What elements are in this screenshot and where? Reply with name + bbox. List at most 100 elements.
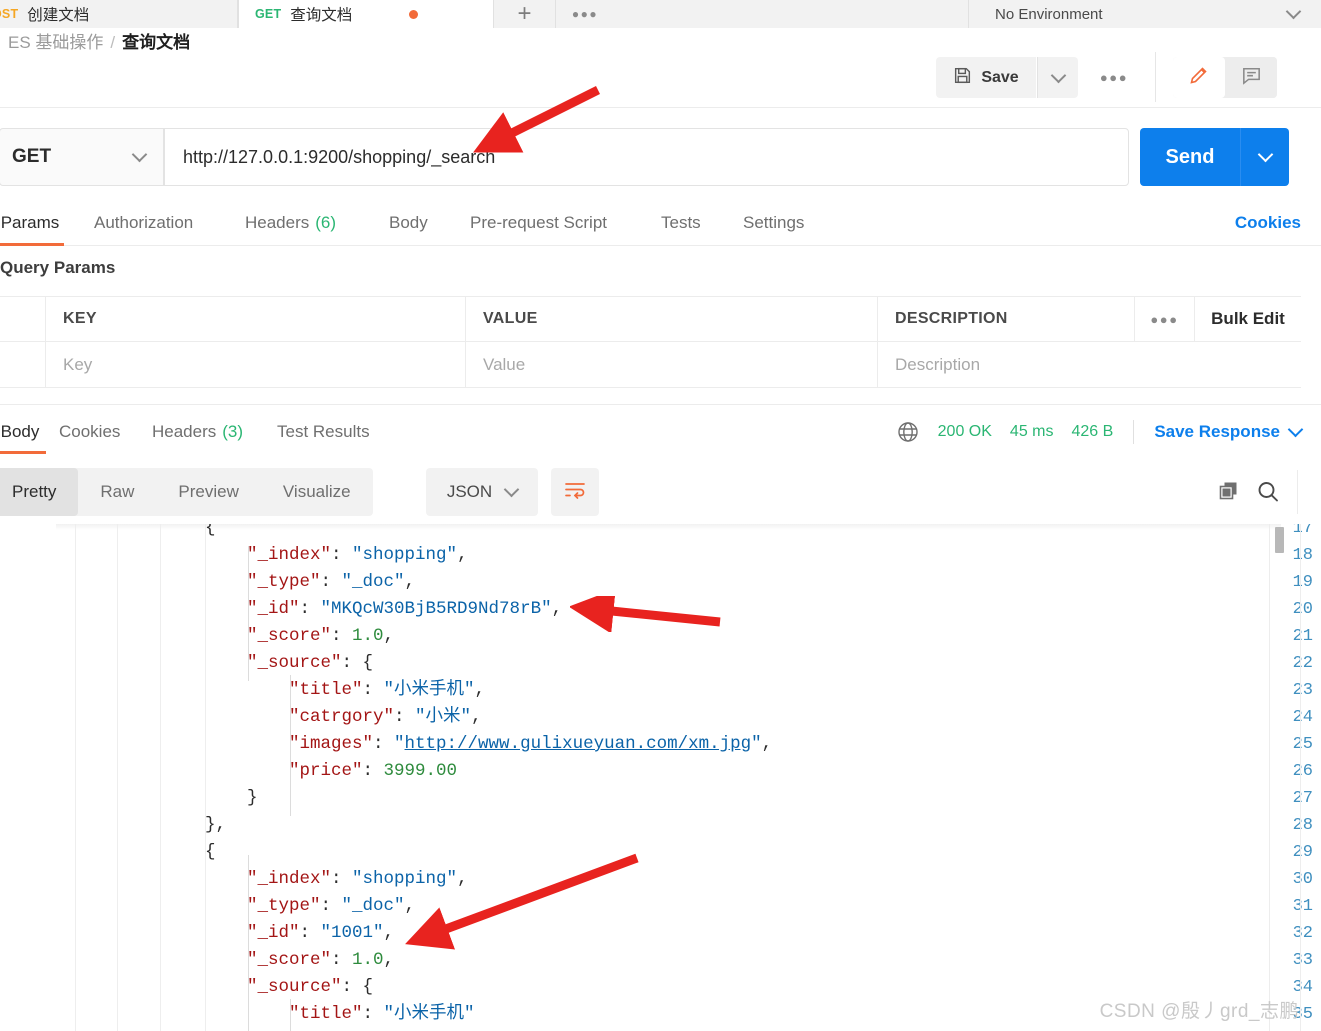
response-status-code: 200 OK [937, 423, 992, 440]
url-input[interactable]: http://127.0.0.1:9200/shopping/_search [164, 128, 1129, 186]
request-tab-strip: OST 创建文档 GET 查询文档 + ●●● No Environment [0, 0, 1321, 28]
code-token: : [394, 707, 416, 727]
chevron-down-icon [1287, 421, 1304, 438]
tab-params[interactable]: Params [0, 200, 64, 246]
comments-button[interactable] [1225, 57, 1277, 98]
code-token[interactable]: http://www.gulixueyuan.com/xm.jpg [405, 734, 752, 754]
code-token: " [751, 734, 762, 754]
tab-pre-request-script[interactable]: Pre-request Script [470, 200, 607, 246]
line-number: 29 [1292, 843, 1313, 862]
view-mode-label: Visualize [282, 482, 351, 501]
code-token: , [471, 707, 482, 727]
tab-method-label: OST [0, 7, 19, 21]
code-token: 1.0 [352, 950, 384, 970]
code-token: "shopping" [352, 545, 458, 565]
code-token: , [404, 896, 416, 916]
tab-label: Cookies [59, 422, 121, 441]
code-token: "_index" [247, 869, 332, 889]
table-row: Key Value Description [0, 342, 1301, 388]
code-token: "_index" [247, 545, 332, 565]
breadcrumb-request-name: 查询文档 [122, 33, 191, 52]
code-line: "_id": "MKQcW30BjB5RD9Nd78rB", [247, 596, 562, 623]
view-mode-visualize[interactable]: Visualize [261, 468, 373, 516]
request-tab-create-doc[interactable]: OST 创建文档 [0, 0, 238, 28]
response-tab-body[interactable]: Body [0, 410, 46, 454]
breadcrumb-collection[interactable]: ES 基础操作 [8, 33, 103, 52]
code-token: "_type" [247, 896, 321, 916]
chevron-down-icon [131, 146, 148, 163]
code-token: : [320, 896, 342, 916]
line-number: 17 [1292, 524, 1313, 538]
line-number: 33 [1292, 951, 1313, 970]
view-mode-label: Preview [178, 482, 239, 501]
code-token: "_id" [247, 923, 300, 943]
code-token: , [404, 572, 416, 592]
code-token: : [362, 680, 384, 700]
request-section-tabs: Params Authorization Headers (6) Body Pr… [0, 200, 1321, 246]
view-mode-pretty[interactable]: Pretty [0, 468, 79, 516]
line-number: 25 [1292, 735, 1313, 754]
param-value-input[interactable]: Value [466, 342, 878, 387]
send-options-button[interactable] [1240, 128, 1289, 186]
response-tab-headers[interactable]: Headers (3) [152, 410, 243, 454]
response-format-selector[interactable]: JSON [426, 468, 538, 516]
copy-response-button[interactable] [1216, 478, 1242, 509]
code-line: "_score": 1.0, [247, 947, 394, 974]
code-token: 1.0 [352, 626, 384, 646]
query-params-table: KEY VALUE DESCRIPTION ●●● Bulk Edit Key … [0, 296, 1301, 388]
view-mode-preview[interactable]: Preview [156, 468, 260, 516]
tab-body[interactable]: Body [389, 200, 428, 246]
save-options-button[interactable] [1037, 57, 1078, 98]
code-token: "images" [289, 734, 374, 754]
toolbar-divider [1297, 470, 1298, 514]
code-token: , [457, 545, 468, 565]
line-number: 28 [1292, 816, 1313, 835]
code-token: "price" [289, 761, 363, 781]
params-more-button[interactable]: ●●● [1135, 297, 1195, 341]
request-tab-query-doc[interactable]: GET 查询文档 [238, 0, 494, 28]
response-body-code[interactable]: 17 18 19 20 21 22 23 24 25 26 27 28 29 30 31 32 33 34 35 {… [0, 524, 1321, 1031]
bulk-edit-button[interactable]: Bulk Edit [1195, 297, 1301, 341]
tab-options-button[interactable]: ●●● [556, 0, 614, 28]
cookies-link[interactable]: Cookies [1235, 200, 1301, 246]
code-token: : [362, 761, 384, 781]
code-token: "title" [289, 680, 363, 700]
ellipsis-icon: ●●● [571, 7, 599, 21]
code-line: "_source": { [247, 974, 373, 1001]
watermark: CSDN @殷丿grd_志鹏 [1099, 1001, 1299, 1022]
tab-authorization[interactable]: Authorization [94, 200, 193, 246]
tab-tests[interactable]: Tests [661, 200, 701, 246]
response-tab-test-results[interactable]: Test Results [277, 410, 370, 454]
line-number: 19 [1292, 573, 1313, 592]
http-method-selector[interactable]: GET [0, 128, 164, 186]
search-response-button[interactable] [1254, 478, 1282, 511]
send-button[interactable]: Send [1140, 128, 1240, 186]
value-placeholder: Value [483, 354, 526, 374]
code-scroll-shadow [0, 524, 1281, 530]
environment-selector[interactable]: No Environment [969, 0, 1321, 28]
row-checkbox-cell[interactable] [0, 342, 46, 387]
new-tab-button[interactable]: + [494, 0, 556, 28]
code-token: , [474, 680, 486, 700]
code-token: : [331, 626, 353, 646]
save-button[interactable]: Save [936, 57, 1036, 98]
tab-headers[interactable]: Headers (6) [245, 200, 336, 246]
param-key-input[interactable]: Key [46, 342, 466, 387]
code-line: "catrgory": "小米", [289, 704, 482, 731]
edit-mode-button[interactable] [1173, 57, 1225, 98]
wrap-lines-button[interactable] [551, 468, 599, 516]
param-description-input[interactable]: Description [878, 342, 1301, 387]
code-vertical-scrollbar[interactable] [1275, 527, 1284, 553]
select-all-cell[interactable] [0, 297, 46, 341]
response-status-bar: 200 OK 45 ms 426 B Save Response [896, 410, 1304, 454]
request-more-actions-button[interactable]: ●●● [1094, 57, 1134, 98]
view-mode-raw[interactable]: Raw [78, 468, 156, 516]
tab-settings[interactable]: Settings [743, 200, 804, 246]
response-size: 426 B [1071, 423, 1114, 440]
response-tab-cookies[interactable]: Cookies [59, 410, 120, 454]
status-divider [1133, 420, 1135, 444]
save-response-button[interactable]: Save Response [1154, 421, 1304, 442]
line-number: 21 [1292, 627, 1313, 646]
code-scroll-track-right [1300, 524, 1301, 1031]
breadcrumb-separator: / [110, 33, 116, 52]
